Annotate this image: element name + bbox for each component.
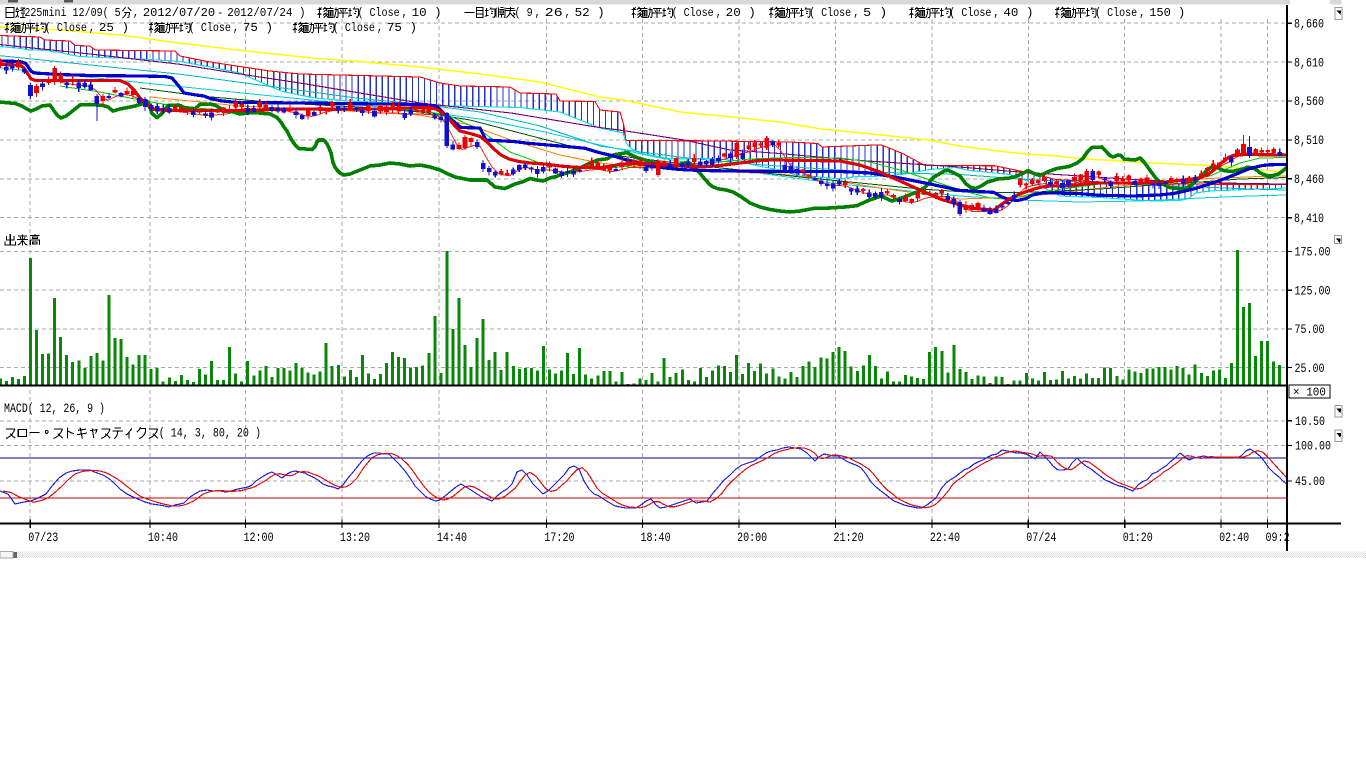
svg-text:( Close: ( Close <box>189 21 231 35</box>
svg-text:26: 26 <box>545 6 563 20</box>
svg-text:07/23: 07/23 <box>28 531 58 545</box>
svg-text:,: , <box>233 21 239 35</box>
svg-text:52 ): 52 ) <box>575 6 605 20</box>
svg-text:,: , <box>89 21 95 35</box>
svg-text:( Close: ( Close <box>45 21 87 35</box>
svg-text:× 100: × 100 <box>1293 386 1326 399</box>
svg-text:,: , <box>1139 6 1145 20</box>
svg-text:40 ): 40 ) <box>1003 6 1033 20</box>
svg-text:13:20: 13:20 <box>340 531 370 545</box>
svg-text:,: , <box>853 6 859 20</box>
svg-text:21:20: 21:20 <box>834 531 864 545</box>
svg-text:10 ): 10 ) <box>412 6 442 20</box>
svg-text:8,560: 8,560 <box>1294 95 1324 109</box>
svg-text:150 ): 150 ) <box>1149 6 1185 20</box>
svg-text:45.00: 45.00 <box>1295 475 1325 489</box>
svg-text:8,510: 8,510 <box>1294 134 1324 148</box>
svg-text:75 ): 75 ) <box>243 21 273 35</box>
svg-text:( Close: ( Close <box>949 6 991 20</box>
svg-text:( Close: ( Close <box>358 6 400 20</box>
svg-text:225mini 12/09( 5: 225mini 12/09( 5 <box>24 6 120 20</box>
svg-text:8,410: 8,410 <box>1294 212 1324 226</box>
svg-text:07/24: 07/24 <box>1026 531 1056 545</box>
svg-text:75.00: 75.00 <box>1295 323 1325 337</box>
svg-text:MACD( 12, 26, 9 ): MACD( 12, 26, 9 ) <box>4 402 105 416</box>
svg-text:( Close: ( Close <box>672 6 714 20</box>
svg-text:2012/07/24 ): 2012/07/24 ) <box>227 6 305 20</box>
svg-text:,: , <box>535 6 541 20</box>
svg-text:,: , <box>716 6 722 20</box>
svg-text:175.00: 175.00 <box>1295 246 1331 260</box>
svg-text:100.00: 100.00 <box>1295 440 1331 454</box>
svg-text:( Close: ( Close <box>809 6 851 20</box>
svg-text:20:00: 20:00 <box>737 531 767 545</box>
svg-text:( Close: ( Close <box>333 21 375 35</box>
svg-text:8,610: 8,610 <box>1294 56 1324 70</box>
svg-text:18:40: 18:40 <box>641 531 671 545</box>
svg-text:01:20: 01:20 <box>1123 531 1153 545</box>
svg-text:( 9: ( 9 <box>515 6 533 20</box>
svg-text:,: , <box>377 21 383 35</box>
svg-text:5 ): 5 ) <box>863 6 887 20</box>
svg-text:2012/07/20: 2012/07/20 <box>143 6 215 20</box>
svg-text:22:40: 22:40 <box>930 531 960 545</box>
svg-text:25.00: 25.00 <box>1295 362 1325 376</box>
svg-text:10:40: 10:40 <box>148 531 178 545</box>
svg-text:20 ): 20 ) <box>726 6 756 20</box>
svg-text:,: , <box>565 6 571 20</box>
svg-text:,: , <box>133 6 139 20</box>
svg-text:( 14, 3, 80, 20 ): ( 14, 3, 80, 20 ) <box>159 426 261 441</box>
svg-text:02:40: 02:40 <box>1219 531 1249 545</box>
svg-text:09:2: 09:2 <box>1266 531 1290 545</box>
svg-text:-: - <box>217 6 223 20</box>
svg-text:25 ): 25 ) <box>99 21 129 35</box>
svg-text:14:40: 14:40 <box>437 531 467 545</box>
svg-text:75 ): 75 ) <box>387 21 417 35</box>
svg-text:( Close: ( Close <box>1095 6 1137 20</box>
svg-text:8,660: 8,660 <box>1294 17 1324 31</box>
svg-text:125.00: 125.00 <box>1295 284 1331 298</box>
svg-text:10.50: 10.50 <box>1295 415 1325 429</box>
svg-text:8,460: 8,460 <box>1294 173 1324 187</box>
svg-text:17:20: 17:20 <box>544 531 574 545</box>
svg-text:12:00: 12:00 <box>244 531 274 545</box>
svg-text:,: , <box>402 6 408 20</box>
svg-text:,: , <box>993 6 999 20</box>
